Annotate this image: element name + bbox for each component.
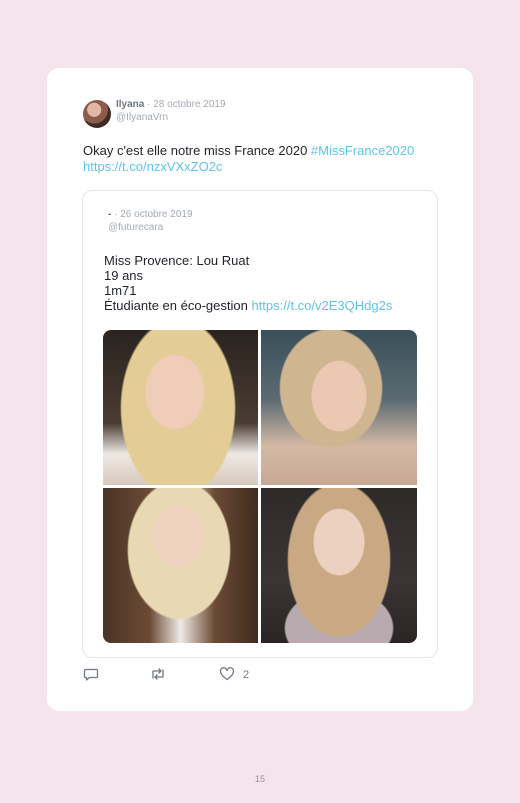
- like-count: 2: [243, 669, 250, 681]
- photo-portrait-earrings[interactable]: [103, 330, 258, 485]
- avatar[interactable]: [83, 100, 111, 128]
- quoted-line: Étudiante en éco-gestion https://t.co/v2…: [104, 298, 393, 313]
- tweet-date[interactable]: 28 octobre 2019: [153, 99, 225, 110]
- display-name[interactable]: Ilyana: [116, 99, 144, 110]
- quoted-line: Miss Provence: Lou Ruat: [104, 253, 250, 268]
- page-number: 15: [254, 774, 265, 784]
- tweet-card: Ilyana · 28 octobre 2019 @IlyanaVrn Okay…: [47, 68, 473, 711]
- quoted-line: 19 ans: [104, 268, 144, 283]
- tweet-header: Ilyana · 28 octobre 2019: [116, 99, 226, 110]
- retweet-icon[interactable]: [149, 666, 167, 687]
- photo-portrait-ponytail[interactable]: [261, 330, 417, 485]
- quoted-tweet-date[interactable]: 26 octobre 2019: [120, 209, 192, 220]
- reply-icon[interactable]: [83, 666, 99, 687]
- tweet-text: Okay c'est elle notre miss France 2020 #…: [83, 143, 443, 175]
- user-handle[interactable]: @IlyanaVrn: [116, 112, 168, 123]
- quoted-tweet-link[interactable]: https://t.co/v2E3QHdg2s: [251, 298, 392, 313]
- quoted-tweet-header: - · 26 octobre 2019: [108, 209, 193, 220]
- quoted-line: 1m71: [104, 283, 137, 298]
- quoted-user-handle[interactable]: @futurecara: [108, 222, 163, 233]
- photo-portrait-studio[interactable]: [261, 488, 417, 643]
- quoted-tweet-text: Miss Provence: Lou Ruat 19 ans 1m71 Étud…: [104, 253, 424, 313]
- separator: ·: [144, 99, 154, 110]
- quoted-tweet[interactable]: - · 26 octobre 2019 @futurecara Miss Pro…: [82, 190, 438, 658]
- photo-portrait-library-book[interactable]: [103, 488, 258, 643]
- separator: ·: [111, 209, 121, 220]
- tweet-body: Okay c'est elle notre miss France 2020: [83, 143, 311, 158]
- hashtag-link[interactable]: #MissFrance2020: [311, 143, 414, 158]
- tweet-link[interactable]: https://t.co/nzxVXxZO2c: [83, 159, 222, 174]
- like-icon[interactable]: [219, 666, 235, 687]
- photo-grid: [103, 330, 417, 643]
